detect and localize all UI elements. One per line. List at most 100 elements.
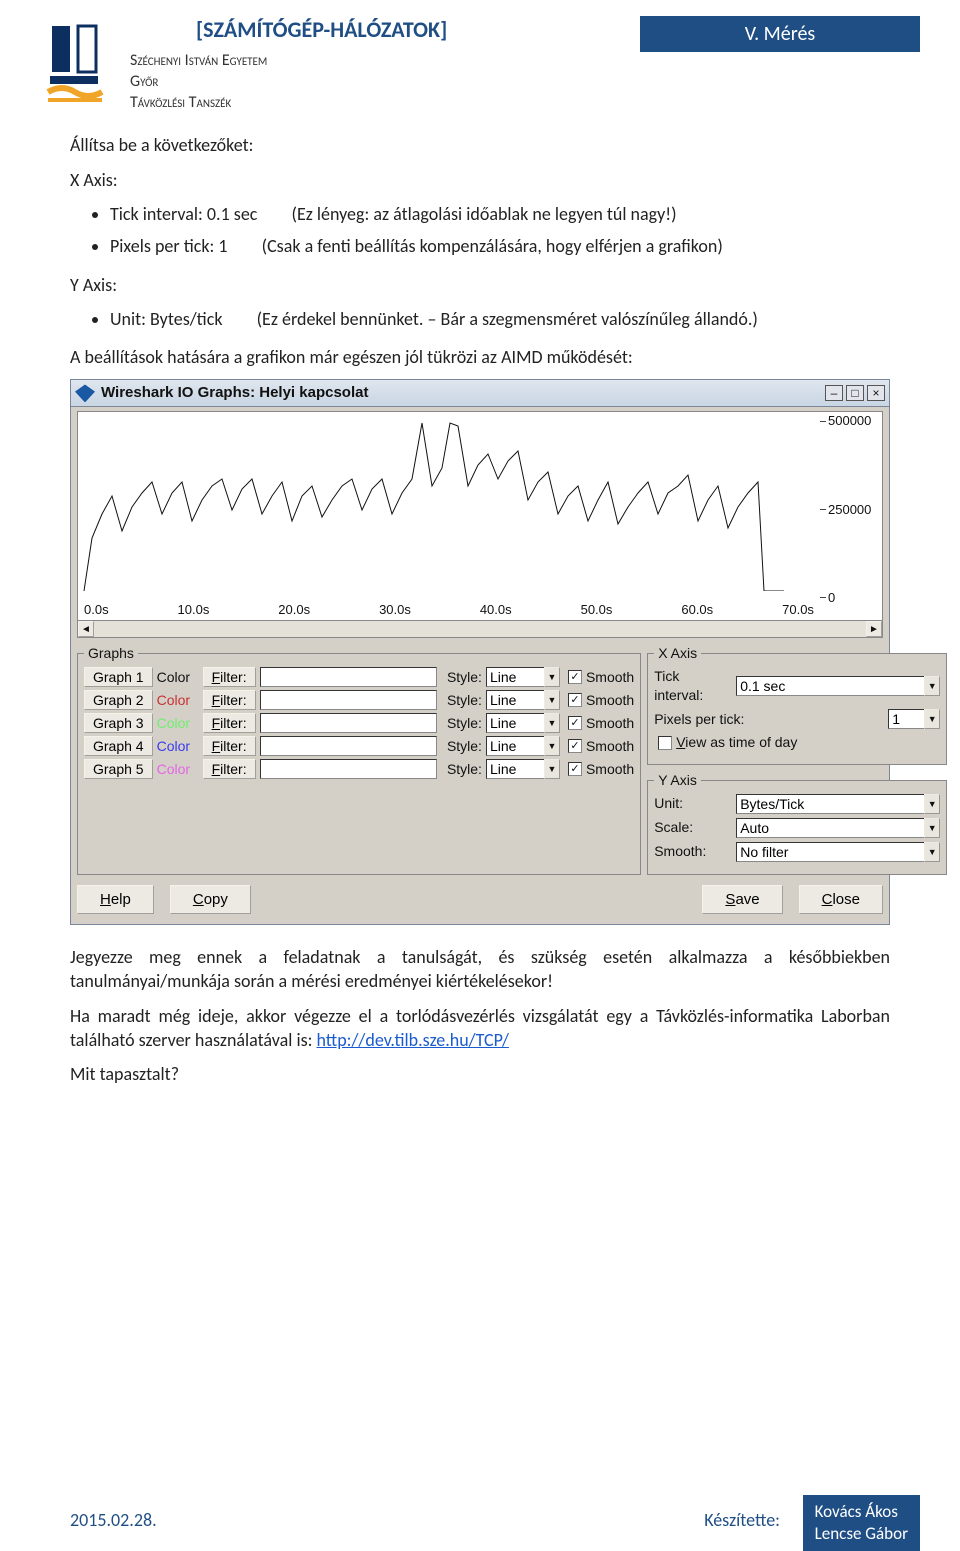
xtick: 50.0s [581, 601, 613, 619]
filter-button[interactable]: Filter: [203, 759, 256, 779]
color-label: Color [157, 668, 199, 687]
color-label: Color [157, 714, 199, 733]
copy-button[interactable]: Copy [170, 885, 251, 914]
save-button[interactable]: Save [702, 885, 782, 914]
tick-interval-label: Tick interval: [654, 667, 732, 705]
style-select[interactable] [486, 667, 544, 687]
pixels-per-tick-select[interactable] [888, 709, 924, 729]
filter-button[interactable]: Filter: [203, 690, 256, 710]
li-tick-note: (Ez lényeg: az átlagolási időablak ne le… [291, 203, 676, 225]
graph-toggle-button[interactable]: Graph 1 [84, 667, 153, 687]
style-label: Style: [447, 668, 482, 687]
dropdown-icon[interactable]: ▼ [924, 818, 940, 838]
li-unit-note: (Ez érdekel bennünket. – Bár a szegmensm… [257, 308, 758, 330]
graphs-legend: Graphs [84, 644, 138, 663]
li-tick-interval: Tick interval: 0.1 sec [110, 203, 257, 225]
dropdown-icon[interactable]: ▼ [544, 759, 560, 779]
x-axis-panel: X Axis Tick interval: ▼ Pixels per tick: [647, 644, 947, 765]
filter-button[interactable]: Filter: [203, 736, 256, 756]
li-pixels-note: (Csak a fenti beállítás kompenzálására, … [262, 235, 723, 257]
smooth-checkbox[interactable]: ✓Smooth [568, 691, 634, 710]
color-label: Color [157, 737, 199, 756]
graph-toggle-button[interactable]: Graph 2 [84, 690, 153, 710]
minimize-button[interactable]: – [825, 385, 843, 401]
smooth-checkbox[interactable]: ✓Smooth [568, 668, 634, 687]
graph-toggle-button[interactable]: Graph 4 [84, 736, 153, 756]
graph-toggle-button[interactable]: Graph 3 [84, 713, 153, 733]
filter-input[interactable] [260, 690, 437, 710]
x-axis-legend: X Axis [654, 644, 701, 663]
filter-input[interactable] [260, 713, 437, 733]
after-settings-text: A beállítások hatására a grafikon már eg… [70, 345, 890, 369]
horizontal-scrollbar[interactable]: ◄ ► [77, 620, 883, 638]
window-titlebar[interactable]: Wireshark IO Graphs: Helyi kapcsolat – □… [70, 379, 890, 407]
filter-input[interactable] [260, 759, 437, 779]
dropdown-icon[interactable]: ▼ [544, 713, 560, 733]
instructions-heading: Állítsa be a következőket: [70, 133, 890, 157]
smooth-label: Smooth: [654, 842, 732, 861]
smooth-checkbox[interactable]: ✓Smooth [568, 737, 634, 756]
graph-toggle-button[interactable]: Graph 5 [84, 759, 153, 779]
doc-title: [SZÁMÍTÓGÉP-HÁLÓZATOK] [196, 16, 640, 43]
style-select[interactable] [486, 759, 544, 779]
li-pixels-per-tick: Pixels per tick: 1 [110, 235, 228, 257]
checkbox-icon: ✓ [568, 693, 582, 707]
window-title: Wireshark IO Graphs: Helyi kapcsolat [101, 383, 368, 403]
style-label: Style: [447, 714, 482, 733]
style-select[interactable] [486, 690, 544, 710]
style-select[interactable] [486, 736, 544, 756]
dropdown-icon[interactable]: ▼ [924, 842, 940, 862]
tick-interval-select[interactable] [736, 676, 924, 696]
filter-button[interactable]: Filter: [203, 713, 256, 733]
scale-select[interactable] [736, 818, 924, 838]
tcp-link[interactable]: http://dev.tilb.sze.hu/TCP/ [317, 1029, 509, 1051]
chart-svg [82, 416, 812, 591]
scroll-left-button[interactable]: ◄ [78, 621, 94, 637]
maximize-button[interactable]: □ [846, 385, 864, 401]
university-logo [40, 18, 110, 108]
dropdown-icon[interactable]: ▼ [544, 690, 560, 710]
ytick: 500000 [828, 412, 871, 430]
style-label: Style: [447, 691, 482, 710]
xtick: 40.0s [480, 601, 512, 619]
filter-input[interactable] [260, 736, 437, 756]
help-button[interactable]: Help [77, 885, 154, 914]
scroll-right-button[interactable]: ► [866, 621, 882, 637]
io-graph-canvas[interactable]: 500000 250000 0 0.0s 10.0s 20.0s 30.0s 4… [77, 411, 883, 621]
x-axis-label: X Axis: [70, 168, 890, 192]
unit-select[interactable] [736, 794, 924, 814]
style-select[interactable] [486, 713, 544, 733]
dropdown-icon[interactable]: ▼ [924, 709, 940, 729]
xtick: 60.0s [681, 601, 713, 619]
xtick: 10.0s [178, 601, 210, 619]
li-unit: Unit: Bytes/tick [110, 308, 223, 330]
close-button[interactable]: × [867, 385, 885, 401]
y-axis-label: Y Axis: [70, 273, 890, 297]
style-label: Style: [447, 760, 482, 779]
dropdown-icon[interactable]: ▼ [924, 794, 940, 814]
close-dialog-button[interactable]: Close [799, 885, 883, 914]
ytick: 250000 [828, 501, 871, 519]
color-label: Color [157, 760, 199, 779]
wireshark-window: Wireshark IO Graphs: Helyi kapcsolat – □… [70, 379, 890, 924]
ytick: 0 [828, 589, 835, 607]
checkbox-icon: ✓ [568, 716, 582, 730]
xtick: 70.0s [782, 601, 814, 619]
view-time-of-day-checkbox[interactable]: VView as time of dayiew as time of day [658, 733, 797, 752]
style-label: Style: [447, 737, 482, 756]
uni-dept: Távközlési Tanszék [130, 93, 640, 114]
smooth-select[interactable] [736, 842, 924, 862]
dropdown-icon[interactable]: ▼ [544, 667, 560, 687]
dropdown-icon[interactable]: ▼ [924, 676, 940, 696]
footer-label: Készítette: [704, 1509, 780, 1531]
checkbox-icon: ✓ [568, 670, 582, 684]
filter-input[interactable] [260, 667, 437, 687]
smooth-checkbox[interactable]: ✓Smooth [568, 714, 634, 733]
dropdown-icon[interactable]: ▼ [544, 736, 560, 756]
filter-button[interactable]: Filter: [203, 667, 256, 687]
checkbox-icon [658, 736, 672, 750]
author-1: Kovács Ákos [815, 1501, 908, 1523]
color-label: Color [157, 691, 199, 710]
smooth-checkbox[interactable]: ✓Smooth [568, 760, 634, 779]
extra-task-note: Ha maradt még ideje, akkor végezze el a … [70, 1004, 890, 1053]
